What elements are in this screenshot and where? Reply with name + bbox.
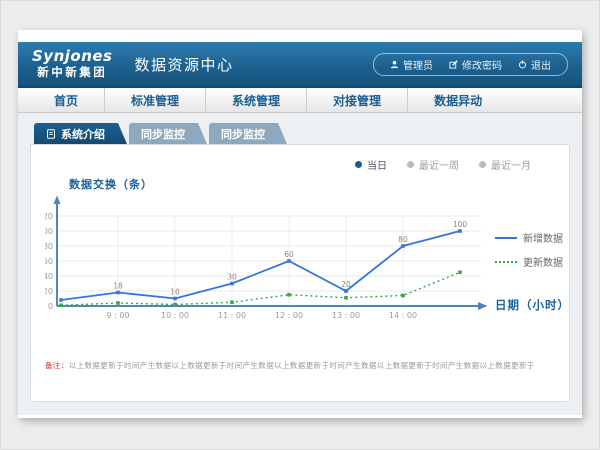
change-password-button[interactable]: 修改密码 <box>441 57 510 72</box>
svg-text:60: 60 <box>45 257 53 266</box>
logout-label: 退出 <box>531 57 551 72</box>
svg-text:12 : 00: 12 : 00 <box>275 311 303 320</box>
power-icon <box>518 60 527 69</box>
svg-text:13 : 00: 13 : 00 <box>332 311 360 320</box>
tab-label: 同步监控 <box>221 126 265 142</box>
svg-text:0: 0 <box>48 302 53 311</box>
desktop-background: Synjones 新中新集团 数据资源中心 管理员 修改密码 <box>0 0 600 450</box>
radio-dot <box>479 161 486 168</box>
svg-text:10: 10 <box>170 288 180 297</box>
svg-text:100: 100 <box>45 227 53 236</box>
radio-dot <box>355 161 362 168</box>
chart-right-column: 新增数据更新数据 日期（小时） <box>491 194 570 334</box>
note-prefix: 备注： <box>45 361 69 370</box>
tab-0[interactable]: 系统介绍 <box>34 123 127 144</box>
legend-line-sample <box>495 261 517 263</box>
svg-text:80: 80 <box>45 242 53 251</box>
tab-label: 系统介绍 <box>61 126 105 142</box>
svg-text:30: 30 <box>227 273 237 282</box>
series-legend: 新增数据更新数据 <box>495 230 570 269</box>
user-icon <box>390 60 399 69</box>
nav-item-0[interactable]: 首页 <box>28 88 105 112</box>
svg-text:11 : 00: 11 : 00 <box>218 311 246 320</box>
chart-panel: 当日 最近一周 最近一月 数据交换（条） 0 20 40 60 80 100 120 9 : 00… <box>30 144 570 402</box>
tab-bar: 系统介绍 同步监控 同步监控 <box>34 123 570 144</box>
svg-text:100: 100 <box>453 220 468 229</box>
main-nav: 首页标准管理系统管理对接管理数据异动 <box>18 88 582 113</box>
svg-text:60: 60 <box>284 250 294 259</box>
filter-option-1[interactable]: 最近一周 <box>407 157 459 172</box>
nav-item-2[interactable]: 系统管理 <box>206 88 307 112</box>
edit-icon <box>449 60 458 69</box>
browser-strip <box>18 30 582 42</box>
svg-text:10 : 00: 10 : 00 <box>161 311 189 320</box>
app-window: Synjones 新中新集团 数据资源中心 管理员 修改密码 <box>18 30 582 418</box>
filter-option-label: 最近一周 <box>419 157 459 172</box>
filter-option-label: 最近一月 <box>491 157 531 172</box>
legend-label: 更新数据 <box>523 254 563 269</box>
legend-line-sample <box>495 237 517 239</box>
filter-option-label: 当日 <box>367 157 387 172</box>
chart-row: 0 20 40 60 80 100 120 9 : 00 10 : 00 11 : 00 12 : … <box>45 194 555 334</box>
admin-user-button[interactable]: 管理员 <box>382 57 441 72</box>
nav-item-4[interactable]: 数据异动 <box>408 88 508 112</box>
svg-text:14 : 00: 14 : 00 <box>389 311 417 320</box>
content-area: 系统介绍 同步监控 同步监控 当日 最近一周 最近一月 数据交换（条） 0 20 40 60 8… <box>18 113 582 415</box>
tab-1[interactable]: 同步监控 <box>129 123 207 144</box>
page-title: 数据资源中心 <box>135 54 234 75</box>
note-text: 以上数据更新于时间产生数据以上数据更新于时间产生数据以上数据更新于时间产生数据以… <box>69 361 535 370</box>
app-header: Synjones 新中新集团 数据资源中心 管理员 修改密码 <box>18 42 582 88</box>
svg-text:9 : 00: 9 : 00 <box>106 311 129 320</box>
radio-dot <box>407 161 414 168</box>
nav-item-3[interactable]: 对接管理 <box>307 88 408 112</box>
logo-text-en: Synjones <box>32 49 113 64</box>
svg-text:80: 80 <box>398 235 408 244</box>
svg-text:40: 40 <box>45 272 53 281</box>
svg-text:20: 20 <box>45 287 53 296</box>
change-password-label: 修改密码 <box>462 57 502 72</box>
tab-2[interactable]: 同步监控 <box>209 123 287 144</box>
svg-text:120: 120 <box>45 212 53 221</box>
exchange-line-chart: 0 20 40 60 80 100 120 9 : 00 10 : 00 11 : 00 12 : … <box>45 194 491 334</box>
legend-item-0[interactable]: 新增数据 <box>495 230 570 245</box>
time-range-filter: 当日 最近一周 最近一月 <box>45 151 555 174</box>
filter-option-2[interactable]: 最近一月 <box>479 157 531 172</box>
logout-button[interactable]: 退出 <box>510 57 559 72</box>
svg-text:20: 20 <box>341 280 351 289</box>
svg-text:18: 18 <box>113 282 123 291</box>
logo-text-cn: 新中新集团 <box>32 67 113 79</box>
nav-item-1[interactable]: 标准管理 <box>105 88 206 112</box>
admin-user-label: 管理员 <box>403 57 433 72</box>
legend-label: 新增数据 <box>523 230 563 245</box>
legend-item-1[interactable]: 更新数据 <box>495 254 570 269</box>
user-toolbar: 管理员 修改密码 退出 <box>373 53 568 76</box>
x-axis-title: 日期（小时） <box>495 297 570 313</box>
tab-label: 同步监控 <box>141 126 185 142</box>
filter-option-0[interactable]: 当日 <box>355 157 387 172</box>
y-axis-title: 数据交换（条） <box>69 176 555 192</box>
company-logo: Synjones 新中新集团 <box>32 49 113 79</box>
document-icon <box>46 129 56 139</box>
footer-note: 备注：以上数据更新于时间产生数据以上数据更新于时间产生数据以上数据更新于时间产生… <box>45 360 555 371</box>
